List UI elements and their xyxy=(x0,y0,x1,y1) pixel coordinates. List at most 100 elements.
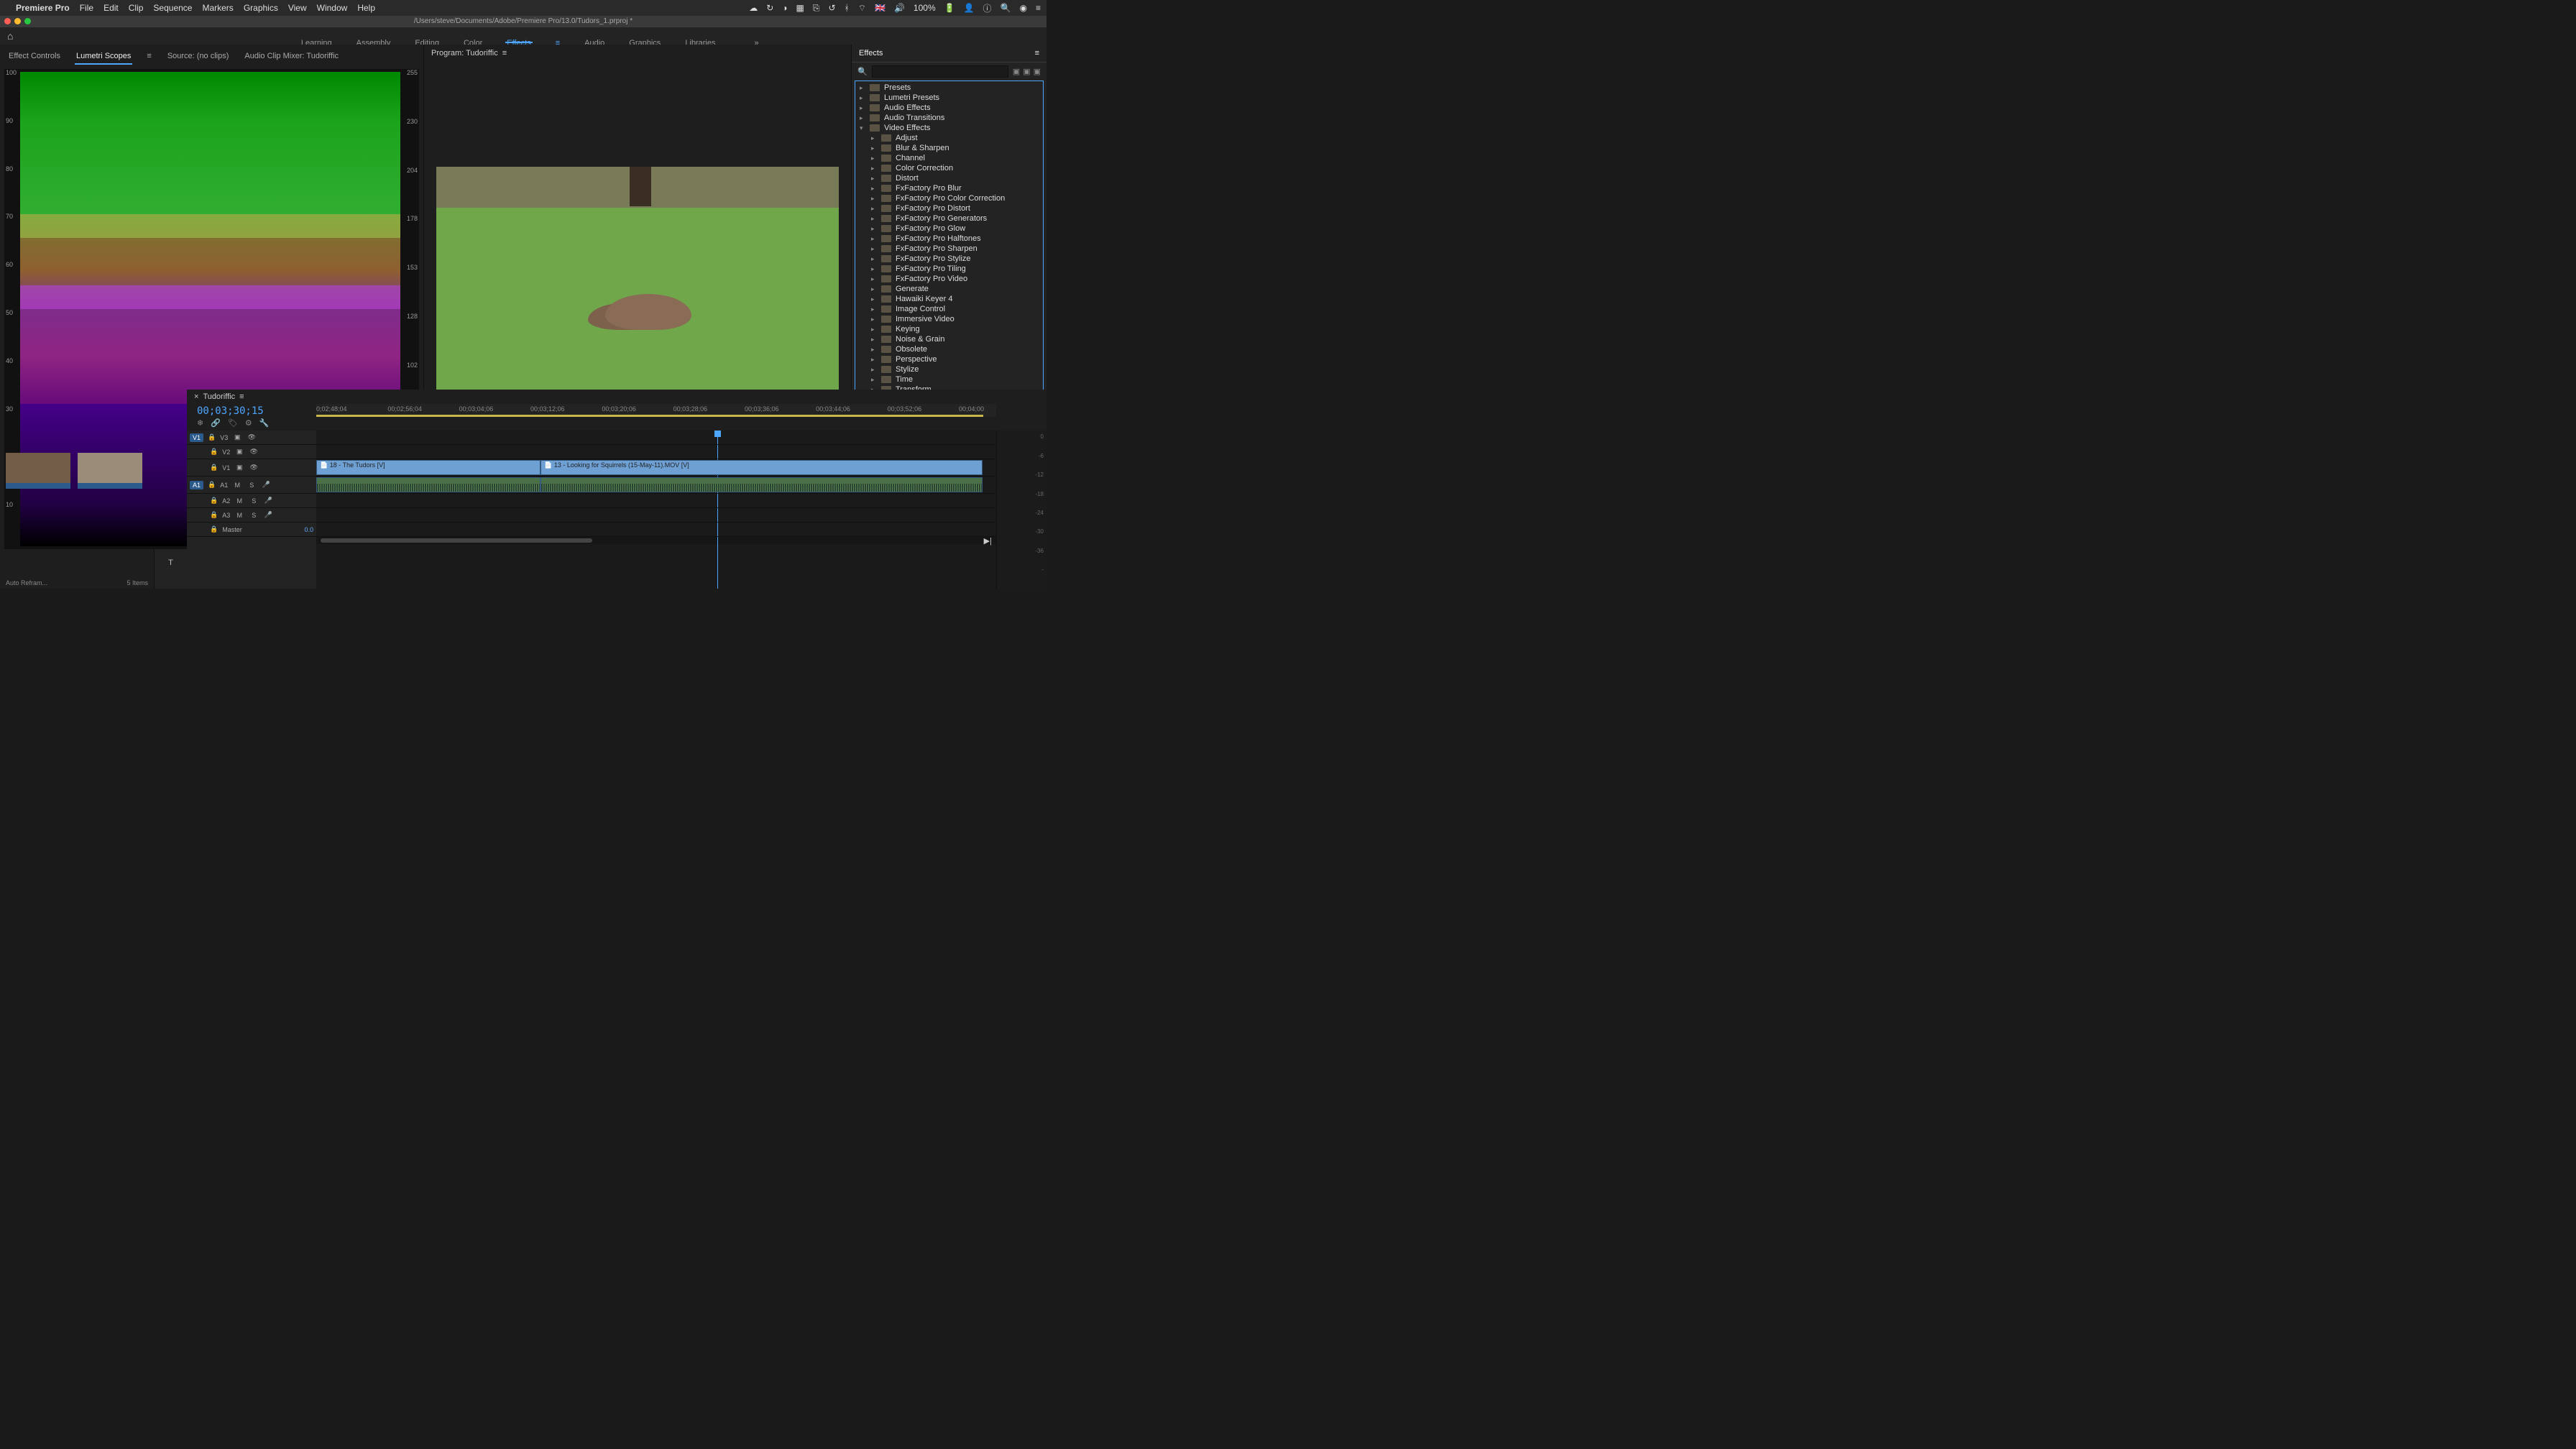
fx-subfolder[interactable]: Time xyxy=(858,374,1040,385)
panel-menu-icon[interactable]: ≡ xyxy=(239,392,244,401)
fx-subfolder[interactable]: Keying xyxy=(858,324,1040,334)
marker-icon[interactable]: 🏷 xyxy=(228,418,238,428)
clip-a1a[interactable] xyxy=(316,477,540,492)
menu-sequence[interactable]: Sequence xyxy=(153,3,192,13)
fx-subfolder[interactable]: FxFactory Pro Glow xyxy=(858,224,1040,234)
user-icon[interactable]: 👤 xyxy=(964,3,975,13)
spotlight-icon[interactable]: 🔍 xyxy=(1000,3,1011,13)
fx-subfolder[interactable]: Immersive Video xyxy=(858,314,1040,324)
fx-subfolder[interactable]: FxFactory Pro Generators xyxy=(858,213,1040,224)
a1-source[interactable]: A1 xyxy=(190,481,203,489)
effects-tree[interactable]: PresetsLumetri PresetsAudio EffectsAudio… xyxy=(855,80,1044,440)
menu-file[interactable]: File xyxy=(80,3,93,13)
battery-icon[interactable]: 🔋 xyxy=(944,3,955,13)
fx-subfolder[interactable]: Color Correction xyxy=(858,163,1040,173)
close-window-icon[interactable] xyxy=(4,18,11,24)
fx-folder[interactable]: Video Effects xyxy=(858,123,1040,133)
fx-subfolder[interactable]: FxFactory Pro Tiling xyxy=(858,264,1040,274)
timeline-clips[interactable]: 📄 18 - The Tudors [V] 📄 13 - Looking for… xyxy=(316,431,996,589)
effects-search-input[interactable] xyxy=(872,65,1008,78)
fx-folder[interactable]: Audio Effects xyxy=(858,103,1040,113)
wrench-icon[interactable]: 🔧 xyxy=(259,418,270,428)
menu-graphics[interactable]: Graphics xyxy=(244,3,278,13)
close-icon[interactable]: × xyxy=(194,392,198,401)
ws-assembly[interactable]: Assembly xyxy=(355,36,392,42)
panel-menu-icon[interactable]: ≡ xyxy=(145,49,152,65)
fx-subfolder[interactable]: Adjust xyxy=(858,133,1040,143)
siri-icon[interactable]: ◉ xyxy=(1020,3,1027,13)
settings-icon[interactable]: ⚙ xyxy=(245,418,252,428)
info-icon[interactable]: ⓘ xyxy=(983,2,992,14)
ws-audio[interactable]: Audio xyxy=(583,36,606,42)
ws-editing[interactable]: Editing xyxy=(413,36,441,42)
minimize-window-icon[interactable] xyxy=(14,18,21,24)
ws-learning[interactable]: Learning xyxy=(300,36,334,42)
program-frame[interactable] xyxy=(436,167,839,394)
grid-icon[interactable]: ▦ xyxy=(796,3,804,13)
date-icon[interactable]: ⎘ xyxy=(813,3,820,14)
home-icon[interactable]: ⌂ xyxy=(7,30,13,42)
type-tool[interactable]: T xyxy=(163,555,179,571)
fx-subfolder[interactable]: FxFactory Pro Distort xyxy=(858,203,1040,213)
fx-folder[interactable]: Presets xyxy=(858,83,1040,93)
clip-a1b[interactable] xyxy=(540,477,983,492)
panel-menu-icon[interactable]: ≡ xyxy=(1035,49,1039,58)
panel-menu-icon[interactable]: ≡ xyxy=(502,49,507,58)
fx-subfolder[interactable]: Hawaiki Keyer 4 xyxy=(858,294,1040,304)
fx-subfolder[interactable]: FxFactory Pro Video xyxy=(858,274,1040,284)
menu-icon[interactable]: ≡ xyxy=(1036,3,1041,13)
fx-subfolder[interactable]: Image Control xyxy=(858,304,1040,314)
menu-edit[interactable]: Edit xyxy=(104,3,119,13)
fx-subfolder[interactable]: Generate xyxy=(858,284,1040,294)
v1-source[interactable]: V1 xyxy=(190,433,203,442)
clip-v1a[interactable]: 📄 18 - The Tudors [V] xyxy=(316,460,540,475)
fx-subfolder[interactable]: FxFactory Pro Halftones xyxy=(858,234,1040,244)
menu-window[interactable]: Window xyxy=(317,3,348,13)
fx-subfolder[interactable]: Noise & Grain xyxy=(858,334,1040,344)
app-name[interactable]: Premiere Pro xyxy=(16,3,70,13)
flag-icon[interactable]: 🇬🇧 xyxy=(875,3,886,13)
fx-badge-2-icon[interactable]: ▣ xyxy=(1023,67,1030,76)
ws-color[interactable]: Color xyxy=(462,36,484,42)
fx-subfolder[interactable]: Channel xyxy=(858,153,1040,163)
link-icon[interactable]: 🔗 xyxy=(211,418,221,428)
timeline-timecode[interactable]: 00;03;30;15 xyxy=(187,404,316,418)
fx-folder[interactable]: Audio Transitions xyxy=(858,113,1040,123)
fx-subfolder[interactable]: FxFactory Pro Color Correction xyxy=(858,193,1040,203)
status-icon[interactable]: ◑ xyxy=(782,3,787,13)
fx-badge-1-icon[interactable]: ▣ xyxy=(1013,67,1020,76)
ws-overflow-icon[interactable]: » xyxy=(753,36,760,42)
fx-subfolder[interactable]: Distort xyxy=(858,173,1040,183)
tab-audio-mixer[interactable]: Audio Clip Mixer: Tudoriffic xyxy=(243,49,340,65)
menu-stripes-icon[interactable]: ≡ xyxy=(554,36,561,42)
ws-libraries[interactable]: Libraries xyxy=(684,36,717,42)
menu-help[interactable]: Help xyxy=(357,3,375,13)
snap-icon[interactable]: ❄ xyxy=(197,418,203,428)
timeline-scroll[interactable]: ▶| xyxy=(316,537,996,544)
fx-subfolder[interactable]: FxFactory Pro Stylize xyxy=(858,254,1040,264)
menu-markers[interactable]: Markers xyxy=(202,3,233,13)
fx-subfolder[interactable]: FxFactory Pro Sharpen xyxy=(858,244,1040,254)
clip-v1b[interactable]: 📄 13 - Looking for Squirrels (15-May-11)… xyxy=(540,460,983,475)
wifi-icon[interactable]: ⌔ xyxy=(858,3,866,14)
tab-lumetri-scopes[interactable]: Lumetri Scopes xyxy=(75,49,132,65)
timeline-ruler[interactable]: 0;02;48;0400;02;56;0400;03;04;0600;03;12… xyxy=(316,404,996,417)
history-icon[interactable]: ↺ xyxy=(828,3,835,13)
maximize-window-icon[interactable] xyxy=(24,18,31,24)
fx-folder[interactable]: Lumetri Presets xyxy=(858,93,1040,103)
end-icon[interactable]: ▶| xyxy=(984,536,992,546)
volume-icon[interactable]: 🔊 xyxy=(894,3,905,13)
fx-subfolder[interactable]: Stylize xyxy=(858,364,1040,374)
fx-subfolder[interactable]: Perspective xyxy=(858,354,1040,364)
bluetooth-icon[interactable]: ᚼ xyxy=(845,3,850,13)
fx-subfolder[interactable]: Blur & Sharpen xyxy=(858,143,1040,153)
fx-subfolder[interactable]: FxFactory Pro Blur xyxy=(858,183,1040,193)
menu-clip[interactable]: Clip xyxy=(129,3,144,13)
fx-subfolder[interactable]: Obsolete xyxy=(858,344,1040,354)
menu-view[interactable]: View xyxy=(288,3,307,13)
ws-graphics[interactable]: Graphics xyxy=(627,36,662,42)
cc-icon[interactable]: ☁ xyxy=(749,3,758,13)
tab-effect-controls[interactable]: Effect Controls xyxy=(7,49,62,65)
ws-effects[interactable]: Effects xyxy=(505,36,532,43)
tab-source[interactable]: Source: (no clips) xyxy=(166,49,231,65)
